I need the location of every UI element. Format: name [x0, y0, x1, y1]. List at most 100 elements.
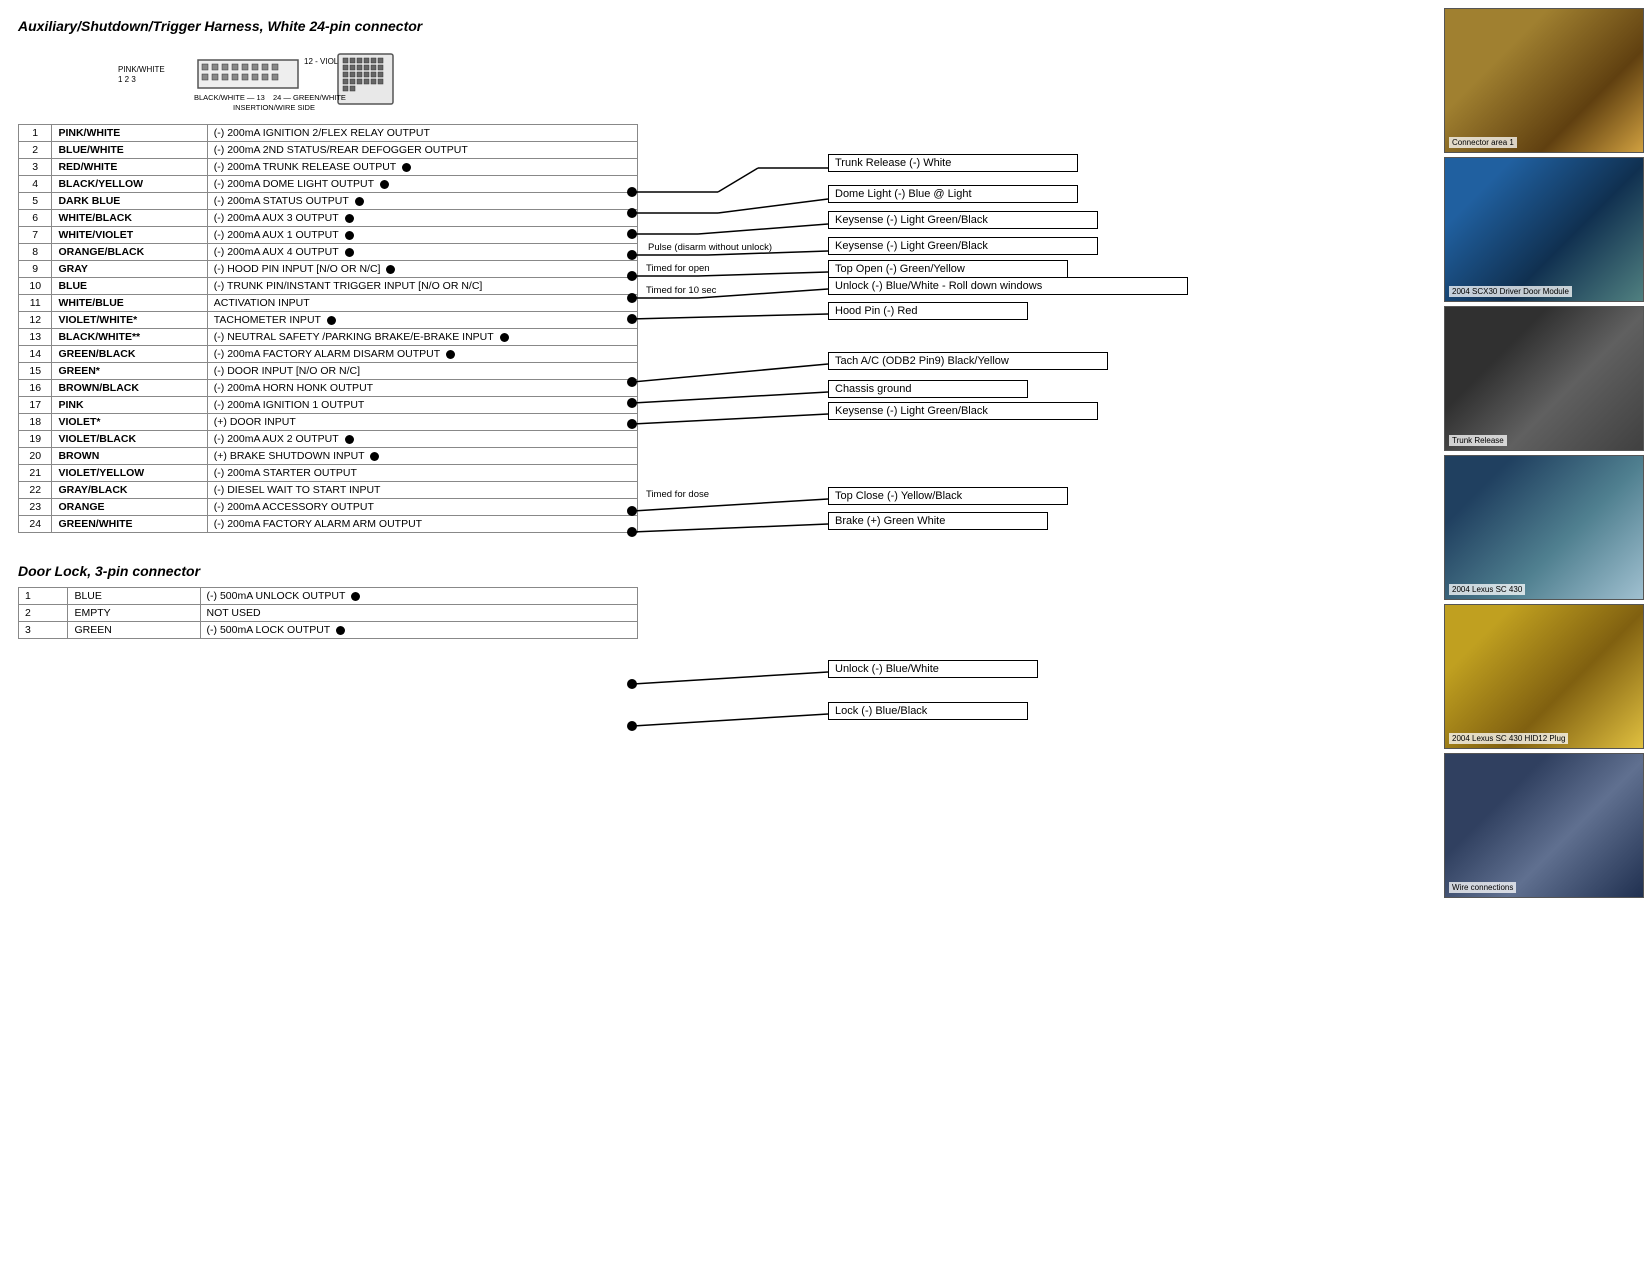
row-num: 1: [19, 125, 52, 142]
row-wire: GREEN*: [52, 363, 207, 380]
row-num: 23: [19, 499, 52, 516]
photo-5-label: 2004 Lexus SC 430 HID12 Plug: [1449, 733, 1568, 744]
row-wire: RED/WHITE: [52, 159, 207, 176]
callout-unlock-door: Unlock (-) Blue/White: [828, 660, 1038, 678]
row-num: 4: [19, 176, 52, 193]
row-desc: (-) 200mA IGNITION 1 OUTPUT: [207, 397, 637, 414]
row-desc: (-) DOOR INPUT [N/O OR N/C]: [207, 363, 637, 380]
row-desc: (-) 200mA ACCESSORY OUTPUT: [207, 499, 637, 516]
door-lock-section: Door Lock, 3-pin connector 1 BLUE (-) 50…: [18, 563, 1418, 639]
row-wire: BROWN: [52, 448, 207, 465]
photo-6: Wire connections: [1444, 753, 1644, 898]
row-desc: (-) 200mA AUX 3 OUTPUT: [207, 210, 637, 227]
callout-keysense-2: Keysense (-) Light Green/Black: [828, 237, 1098, 255]
row-wire: BLACK/WHITE**: [52, 329, 207, 346]
row-desc: NOT USED: [200, 605, 637, 622]
row-num: 2: [19, 605, 68, 622]
row-num: 12: [19, 312, 52, 329]
table-row: 24 GREEN/WHITE (-) 200mA FACTORY ALARM A…: [19, 516, 638, 533]
row-desc: (-) 200mA AUX 1 OUTPUT: [207, 227, 637, 244]
row-wire: BLACK/YELLOW: [52, 176, 207, 193]
row-num: 3: [19, 159, 52, 176]
row-desc: (-) 200mA TRUNK RELEASE OUTPUT: [207, 159, 637, 176]
callout-brake: Brake (+) Green White: [828, 512, 1048, 530]
label-pulse-disarm: Pulse (disarm without unlock): [648, 242, 828, 253]
row-desc: (-) 200mA FACTORY ALARM ARM OUTPUT: [207, 516, 637, 533]
row-num: 1: [19, 588, 68, 605]
svg-text:PINK/WHITE: PINK/WHITE: [118, 65, 165, 74]
callout-dome-light: Dome Light (-) Blue @ Light: [828, 185, 1078, 203]
callout-chassis-ground: Chassis ground: [828, 380, 1028, 398]
row-desc: (-) HOOD PIN INPUT [N/O OR N/C]: [207, 261, 637, 278]
photo-2: 2004 SCX30 Driver Door Module: [1444, 157, 1644, 302]
svg-text:24 — GREEN/WHITE: 24 — GREEN/WHITE: [273, 93, 346, 102]
row-desc: TACHOMETER INPUT: [207, 312, 637, 329]
table-row: 11 WHITE/BLUE ACTIVATION INPUT: [19, 295, 638, 312]
row-num: 21: [19, 465, 52, 482]
row-num: 13: [19, 329, 52, 346]
row-num: 20: [19, 448, 52, 465]
callout-tach: Tach A/C (ODB2 Pin9) Black/Yellow: [828, 352, 1108, 370]
row-wire: GREEN/BLACK: [52, 346, 207, 363]
row-num: 22: [19, 482, 52, 499]
label-timed-close: Timed for dose: [646, 489, 796, 500]
row-desc: (-) 200mA IGNITION 2/FLEX RELAY OUTPUT: [207, 125, 637, 142]
row-num: 16: [19, 380, 52, 397]
row-wire: DARK BLUE: [52, 193, 207, 210]
callout-lock-door: Lock (-) Blue/Black: [828, 702, 1028, 720]
callout-hood-pin: Hood Pin (-) Red: [828, 302, 1028, 320]
table-row: 15 GREEN* (-) DOOR INPUT [N/O OR N/C]: [19, 363, 638, 380]
door-lock-title: Door Lock, 3-pin connector: [18, 563, 1418, 579]
table-row: 4 BLACK/YELLOW (-) 200mA DOME LIGHT OUTP…: [19, 176, 638, 193]
row-num: 14: [19, 346, 52, 363]
photo-4-label: 2004 Lexus SC 430: [1449, 584, 1525, 595]
callout-keysense-3: Keysense (-) Light Green/Black: [828, 402, 1098, 420]
main-wiring-table: 1 PINK/WHITE (-) 200mA IGNITION 2/FLEX R…: [18, 124, 638, 533]
photo-1-label: Connector area 1: [1449, 137, 1517, 148]
table-row: 1 PINK/WHITE (-) 200mA IGNITION 2/FLEX R…: [19, 125, 638, 142]
row-desc: (-) 200mA AUX 4 OUTPUT: [207, 244, 637, 261]
label-timed-open: Timed for open: [646, 263, 776, 274]
row-desc: (-) 200mA STARTER OUTPUT: [207, 465, 637, 482]
row-wire: VIOLET/BLACK: [52, 431, 207, 448]
row-desc: (+) BRAKE SHUTDOWN INPUT: [207, 448, 637, 465]
table-row: 6 WHITE/BLACK (-) 200mA AUX 3 OUTPUT: [19, 210, 638, 227]
callout-keysense-1: Keysense (-) Light Green/Black: [828, 211, 1098, 229]
row-desc: (-) NEUTRAL SAFETY /PARKING BRAKE/E-BRAK…: [207, 329, 637, 346]
row-wire: EMPTY: [68, 605, 200, 622]
callout-trunk-release: Trunk Release (-) White: [828, 154, 1078, 172]
row-num: 10: [19, 278, 52, 295]
callout-top-open: Top Open (-) Green/Yellow: [828, 260, 1068, 278]
row-desc: (-) TRUNK PIN/INSTANT TRIGGER INPUT [N/O…: [207, 278, 637, 295]
row-num: 7: [19, 227, 52, 244]
photo-4: 2004 Lexus SC 430: [1444, 455, 1644, 600]
table-row: 5 DARK BLUE (-) 200mA STATUS OUTPUT: [19, 193, 638, 210]
table-row: 3 RED/WHITE (-) 200mA TRUNK RELEASE OUTP…: [19, 159, 638, 176]
row-num: 5: [19, 193, 52, 210]
table-row: 1 BLUE (-) 500mA UNLOCK OUTPUT: [19, 588, 638, 605]
row-wire: BROWN/BLACK: [52, 380, 207, 397]
row-num: 24: [19, 516, 52, 533]
row-desc: (-) 200mA DOME LIGHT OUTPUT: [207, 176, 637, 193]
row-wire: ORANGE/BLACK: [52, 244, 207, 261]
row-num: 11: [19, 295, 52, 312]
row-desc: (+) DOOR INPUT: [207, 414, 637, 431]
row-desc: (-) 200mA STATUS OUTPUT: [207, 193, 637, 210]
row-wire: WHITE/BLUE: [52, 295, 207, 312]
table-row: 13 BLACK/WHITE** (-) NEUTRAL SAFETY /PAR…: [19, 329, 638, 346]
row-wire: WHITE/VIOLET: [52, 227, 207, 244]
row-desc: (-) DIESEL WAIT TO START INPUT: [207, 482, 637, 499]
row-num: 17: [19, 397, 52, 414]
table-row: 7 WHITE/VIOLET (-) 200mA AUX 1 OUTPUT: [19, 227, 638, 244]
row-desc: (-) 200mA FACTORY ALARM DISARM OUTPUT: [207, 346, 637, 363]
row-desc: (-) 200mA AUX 2 OUTPUT: [207, 431, 637, 448]
svg-text:BLACK/WHITE — 13: BLACK/WHITE — 13: [194, 93, 265, 102]
row-num: 6: [19, 210, 52, 227]
table-row: 21 VIOLET/YELLOW (-) 200mA STARTER OUTPU…: [19, 465, 638, 482]
photo-3-label: Trunk Release: [1449, 435, 1507, 446]
row-wire: BLUE: [52, 278, 207, 295]
svg-text:1 2 3: 1 2 3: [118, 75, 136, 84]
row-wire: ORANGE: [52, 499, 207, 516]
photo-5: 2004 Lexus SC 430 HID12 Plug: [1444, 604, 1644, 749]
row-num: 2: [19, 142, 52, 159]
